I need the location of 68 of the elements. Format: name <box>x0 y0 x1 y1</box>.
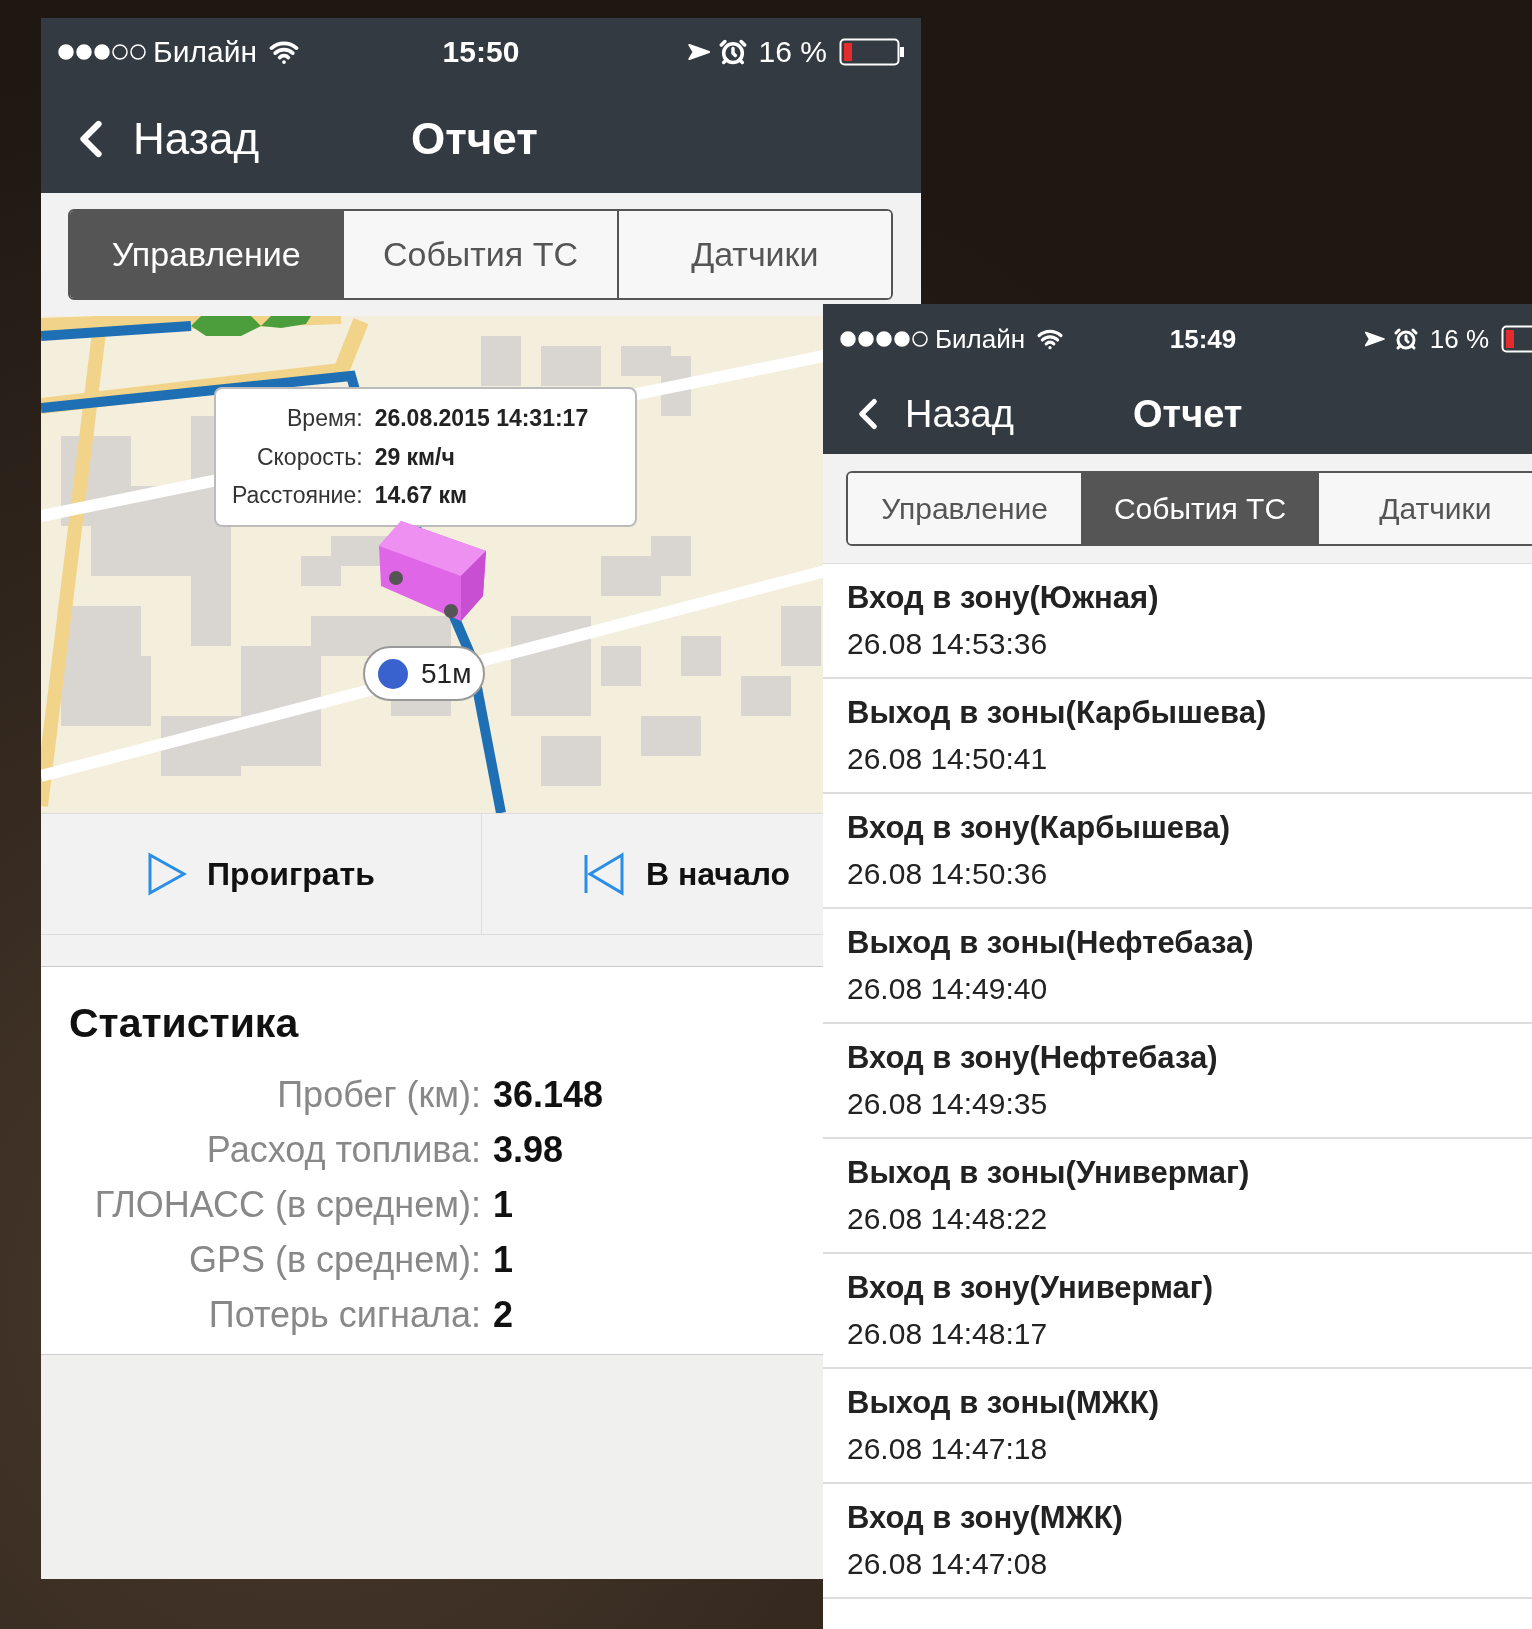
stat-label: GPS (в среднем): <box>187 1237 481 1282</box>
popup-label: Расстояние: <box>232 481 363 510</box>
dot-icon <box>377 657 409 690</box>
distance-label: 51м <box>421 656 472 691</box>
segment-tab[interactable]: События ТС <box>1081 473 1317 544</box>
section-heading: Статистика <box>68 999 300 1048</box>
event-time: 26.08 14:53:36 <box>847 625 1049 662</box>
battery-icon <box>839 37 905 66</box>
event-row[interactable]: Выход в зоны(Универмаг) 26.08 14:48:22 <box>823 1139 1532 1254</box>
alarm-clock-icon <box>1393 327 1418 351</box>
segment-tab[interactable]: Датчики <box>616 211 891 298</box>
popup-value: 14.67 км <box>374 481 468 510</box>
battery-percent: 16 % <box>758 34 827 70</box>
rewind-button[interactable]: В начало <box>582 850 791 898</box>
status-time: 15:49 <box>1168 322 1238 356</box>
back-button[interactable]: Назад <box>41 106 260 172</box>
carrier-name: Билайн <box>153 34 257 70</box>
stat-value: 3.98 <box>493 1127 564 1172</box>
event-row[interactable]: Вход в зону(Универмаг) 26.08 14:48:17 <box>823 1254 1532 1369</box>
event-row[interactable]: Выход в зоны(МЖК) 26.08 14:47:18 <box>823 1369 1532 1484</box>
signal-strength-icon <box>57 42 149 61</box>
back-button[interactable]: Назад <box>823 385 1014 443</box>
stat-value: 1 <box>493 1237 514 1282</box>
battery-percent: 16 % <box>1429 322 1489 356</box>
event-row[interactable]: Вход в зону(Нефтебаза) 26.08 14:49:35 <box>823 1024 1532 1139</box>
segment-tab[interactable]: Управление <box>70 211 343 298</box>
play-button[interactable]: Проиграть <box>147 850 375 898</box>
event-title: Выход в зоны(МЖК) <box>847 1383 1160 1422</box>
stat-label: Пробег (км): <box>276 1072 481 1117</box>
stat-label: ГЛОНАСС (в среднем): <box>93 1182 481 1227</box>
event-row[interactable]: Вход в зону(Южная) 26.08 14:53:36 <box>823 564 1532 679</box>
screen-title: Отчет <box>411 113 538 165</box>
event-time: 26.08 14:50:36 <box>847 855 1049 892</box>
screen-title: Отчет <box>1133 391 1243 437</box>
skip-back-icon <box>582 852 626 896</box>
status-time: 15:50 <box>441 34 521 70</box>
event-time: 26.08 14:47:08 <box>847 1545 1049 1582</box>
event-title: Вход в зону(Нефтебаза) <box>847 1038 1219 1077</box>
event-title: Вход в зону(Карбышева) <box>847 808 1232 847</box>
stat-value: 36.148 <box>493 1072 604 1117</box>
popup-value: 29 км/ч <box>374 442 455 472</box>
stat-value: 1 <box>493 1182 514 1227</box>
event-time: 26.08 14:47:18 <box>847 1430 1049 1467</box>
carrier-name: Билайн <box>935 322 1026 356</box>
event-time: 26.08 14:48:22 <box>847 1200 1049 1237</box>
popup-label: Скорость: <box>255 442 363 472</box>
event-row[interactable]: Выход в зоны(Карбышева) 26.08 14:50:41 <box>823 679 1532 794</box>
play-icon <box>147 852 188 896</box>
stat-label: Расход топлива: <box>205 1127 481 1172</box>
event-row[interactable]: Вход в зону(Карбышева) 26.08 14:50:36 <box>823 794 1532 909</box>
event-row[interactable]: Вход в зону(МЖК) 26.08 14:47:08 <box>823 1484 1532 1599</box>
event-title: Вход в зону(Южная) <box>847 578 1160 617</box>
event-time: 26.08 14:49:35 <box>847 1085 1049 1122</box>
stat-label: Потерь сигнала: <box>207 1292 481 1337</box>
alarm-clock-icon <box>718 37 747 66</box>
signal-strength-icon <box>839 330 931 348</box>
popup-label: Время: <box>286 404 363 433</box>
event-title: Выход в зоны(Универмаг) <box>847 1153 1251 1192</box>
event-title: Выход в зоны(Нефтебаза) <box>847 923 1255 962</box>
event-row[interactable]: Выход в зоны(Нефтебаза) 26.08 14:49:40 <box>823 909 1532 1024</box>
event-time: 26.08 14:50:41 <box>847 740 1049 777</box>
stat-value: 2 <box>493 1292 514 1337</box>
event-title: Выход в зоны(Карбышева) <box>847 693 1268 732</box>
event-time: 26.08 14:48:17 <box>847 1315 1049 1352</box>
event-time: 26.08 14:49:40 <box>847 970 1049 1007</box>
event-title: Вход в зону(Универмаг) <box>847 1268 1215 1307</box>
popup-value: 26.08.2015 14:31:17 <box>374 404 589 433</box>
event-title: Вход в зону(МЖК) <box>847 1498 1124 1537</box>
